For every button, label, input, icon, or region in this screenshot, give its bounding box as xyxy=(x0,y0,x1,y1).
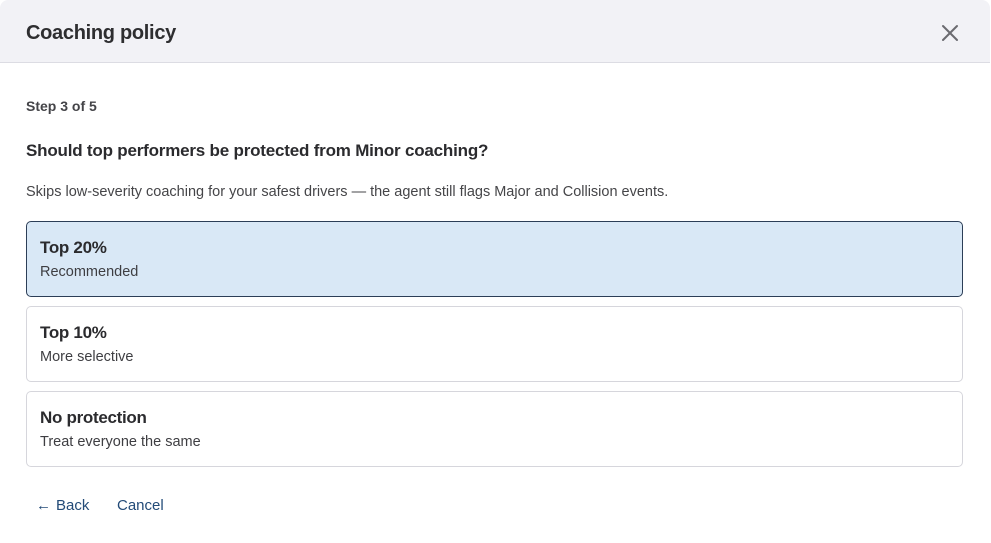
question-description: Skips low-severity coaching for your saf… xyxy=(26,184,669,200)
option-title: Top 10% xyxy=(40,323,107,342)
option-subtitle: Recommended xyxy=(40,264,139,280)
step-indicator: Step 3 of 5 xyxy=(26,98,97,114)
close-button[interactable] xyxy=(936,19,964,47)
coaching-policy-dialog: Coaching policy Step 3 of 5 Should top p… xyxy=(0,0,991,543)
dialog-title: Coaching policy xyxy=(26,22,176,44)
question-heading: Should top performers be protected from … xyxy=(26,141,489,160)
option-no-protection[interactable]: No protection Treat everyone the same xyxy=(26,391,963,467)
close-icon xyxy=(942,25,958,41)
option-subtitle: More selective xyxy=(40,349,134,365)
option-subtitle: Treat everyone the same xyxy=(40,434,201,450)
arrow-left-icon: ← xyxy=(36,497,51,514)
back-label: Back xyxy=(56,497,90,514)
option-top-10[interactable]: Top 10% More selective xyxy=(26,306,963,382)
option-title: No protection xyxy=(40,408,147,427)
back-button[interactable]: ← Back xyxy=(36,497,89,515)
option-top-20[interactable]: Top 20% Recommended xyxy=(26,221,963,297)
dialog-header: Coaching policy xyxy=(0,0,990,63)
option-title: Top 20% xyxy=(40,238,107,257)
cancel-button[interactable]: Cancel xyxy=(117,497,164,515)
